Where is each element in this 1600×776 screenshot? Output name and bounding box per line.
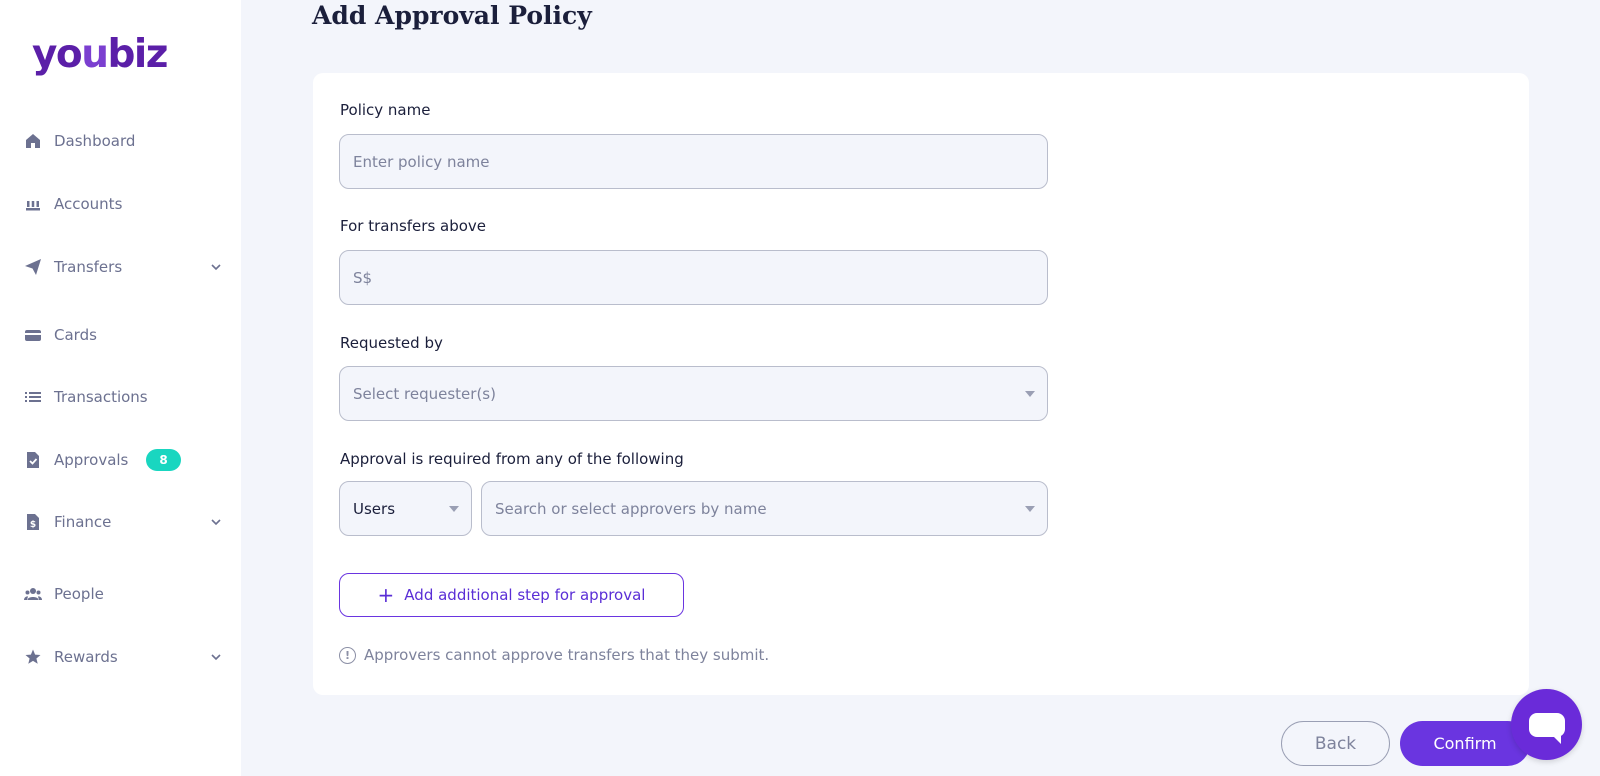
sidebar-item-finance[interactable]: $ Finance <box>24 506 224 538</box>
sidebar: yo u biz Dashboard Accounts Transfers Card… <box>0 0 241 776</box>
bank-icon <box>24 195 42 213</box>
chat-icon <box>1528 712 1565 744</box>
approver-info-note: ! Approvers cannot approve transfers tha… <box>339 646 769 664</box>
transfers-above-label: For transfers above <box>340 217 487 235</box>
approver-type-select[interactable]: Users <box>339 481 472 536</box>
info-icon: ! <box>339 646 356 664</box>
requested-by-label: Requested by <box>340 334 443 352</box>
approver-type-value: Users <box>353 499 396 518</box>
transfers-above-input[interactable]: S$ <box>339 250 1048 305</box>
add-approval-step-label: Add additional step for approval <box>404 586 646 604</box>
sidebar-item-dashboard[interactable]: Dashboard <box>24 125 224 157</box>
policy-name-placeholder: Enter policy name <box>353 152 490 171</box>
sidebar-item-rewards[interactable]: Rewards <box>24 641 224 673</box>
sidebar-item-label: Accounts <box>54 195 123 213</box>
dropdown-caret-icon <box>449 506 459 512</box>
page-title: Add Approval Policy <box>312 1 592 30</box>
sidebar-item-label: Cards <box>54 326 97 344</box>
plus-icon: + <box>377 583 395 607</box>
sidebar-item-people[interactable]: People <box>24 578 224 610</box>
sidebar-item-transactions[interactable]: Transactions <box>24 381 224 413</box>
requested-by-select[interactable]: Select requester(s) <box>339 366 1048 421</box>
sidebar-item-label: Rewards <box>54 648 118 666</box>
approval-from-label: Approval is required from any of the fol… <box>340 450 684 468</box>
chat-support-button[interactable] <box>1511 689 1582 760</box>
dropdown-caret-icon <box>1025 506 1035 512</box>
sidebar-item-transfers[interactable]: Transfers <box>24 251 224 283</box>
star-icon <box>24 648 42 666</box>
send-icon <box>24 258 42 276</box>
transfers-above-placeholder: S$ <box>353 268 373 287</box>
invoice-icon: $ <box>24 513 42 531</box>
sidebar-item-label: Approvals <box>54 451 129 469</box>
back-button[interactable]: Back <box>1281 721 1390 766</box>
add-approval-step-button[interactable]: + Add additional step for approval <box>339 573 684 617</box>
sidebar-item-label: Dashboard <box>54 132 136 150</box>
card-icon <box>24 326 42 344</box>
sidebar-item-cards[interactable]: Cards <box>24 319 224 351</box>
requested-by-placeholder: Select requester(s) <box>353 384 496 403</box>
chevron-down-icon[interactable] <box>208 259 224 275</box>
approvers-placeholder: Search or select approvers by name <box>495 499 767 518</box>
logo-text-part1: yo <box>32 32 83 77</box>
approval-icon <box>24 451 42 469</box>
logo-text-part2: u <box>81 32 109 77</box>
sidebar-item-label: People <box>54 585 104 603</box>
sidebar-item-label: Transfers <box>54 258 123 276</box>
list-icon <box>24 388 42 406</box>
chevron-down-icon[interactable] <box>208 649 224 665</box>
sidebar-item-label: Finance <box>54 513 112 531</box>
sidebar-item-label: Transactions <box>54 388 148 406</box>
policy-name-input[interactable]: Enter policy name <box>339 134 1048 189</box>
dropdown-caret-icon <box>1025 391 1035 397</box>
info-text: Approvers cannot approve transfers that … <box>364 646 770 664</box>
sidebar-item-accounts[interactable]: Accounts <box>24 188 224 220</box>
sidebar-item-approvals[interactable]: Approvals 8 <box>24 444 224 476</box>
policy-name-label: Policy name <box>340 101 431 119</box>
logo-text-part3: biz <box>107 32 168 77</box>
youbiz-logo[interactable]: yo u biz <box>32 30 168 80</box>
svg-text:$: $ <box>30 520 36 530</box>
approvals-count-badge: 8 <box>146 449 181 471</box>
home-icon <box>24 132 42 150</box>
chevron-down-icon[interactable] <box>208 514 224 530</box>
people-icon <box>24 585 42 603</box>
approvers-search-select[interactable]: Search or select approvers by name <box>481 481 1048 536</box>
